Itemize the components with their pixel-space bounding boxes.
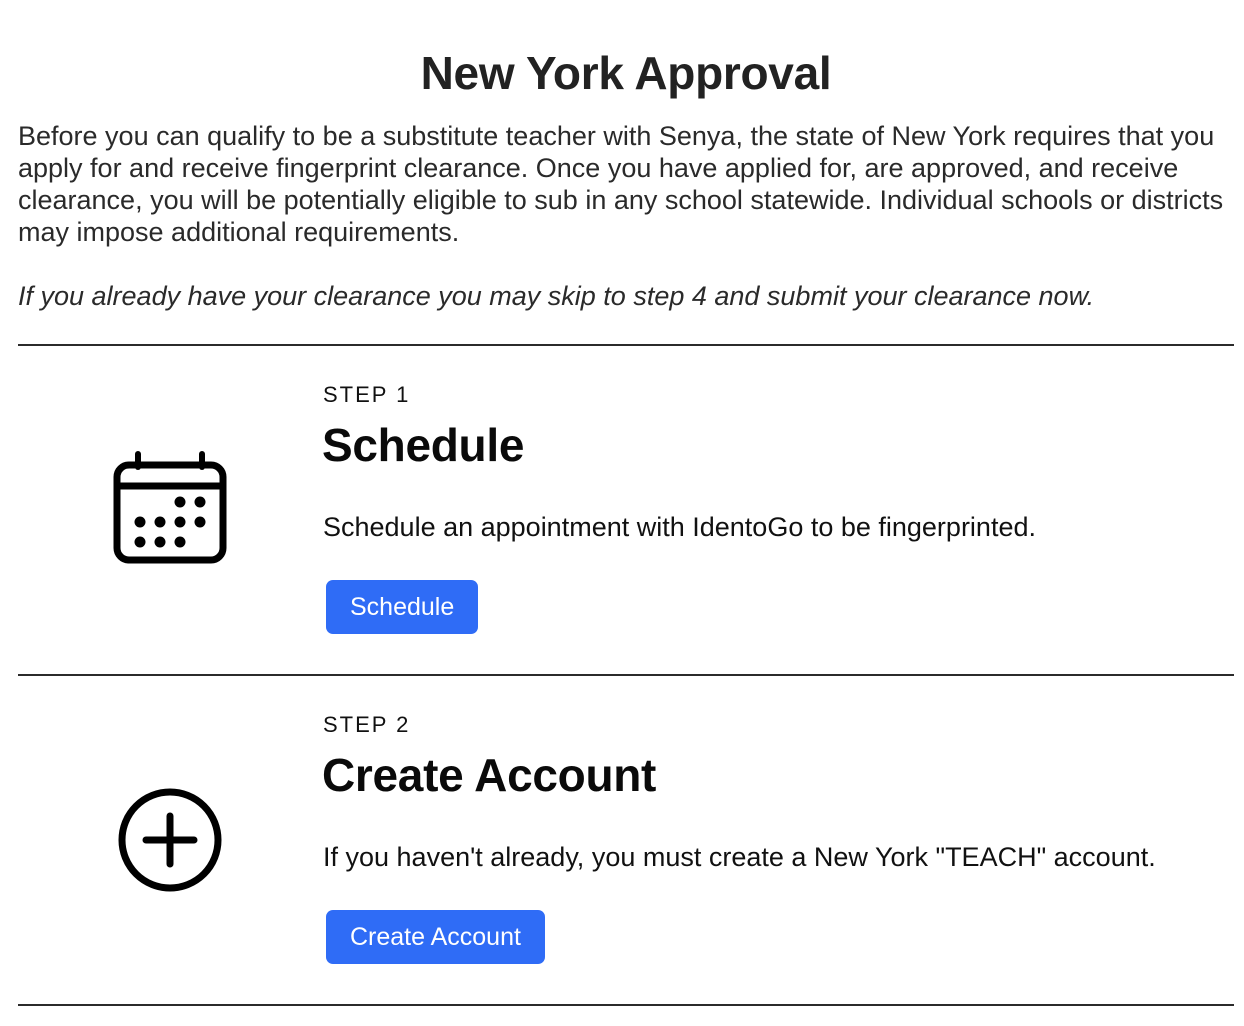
section-divider: [18, 1004, 1234, 1006]
step-create-account: STEP 2 Create Account If you haven't alr…: [18, 676, 1234, 1006]
step-label: STEP 2: [323, 712, 411, 737]
step-description: If you haven't already, you must create …: [323, 842, 1156, 872]
intro-paragraph: Before you can qualify to be a substitut…: [18, 121, 1224, 247]
step-heading: Schedule: [322, 419, 525, 471]
plus-circle-icon: [110, 780, 230, 900]
skip-note: If you already have your clearance you m…: [18, 281, 1095, 311]
step-label: STEP 1: [323, 382, 411, 407]
page-title: New York Approval: [420, 47, 832, 99]
calendar-icon: [110, 450, 230, 570]
step-heading: Create Account: [322, 749, 657, 801]
schedule-button[interactable]: Schedule: [326, 580, 479, 634]
create-account-button[interactable]: Create Account: [326, 910, 545, 964]
step-description: Schedule an appointment with IdentoGo to…: [323, 512, 1036, 542]
step-schedule: STEP 1 Schedule Schedule an appointment …: [18, 346, 1234, 676]
